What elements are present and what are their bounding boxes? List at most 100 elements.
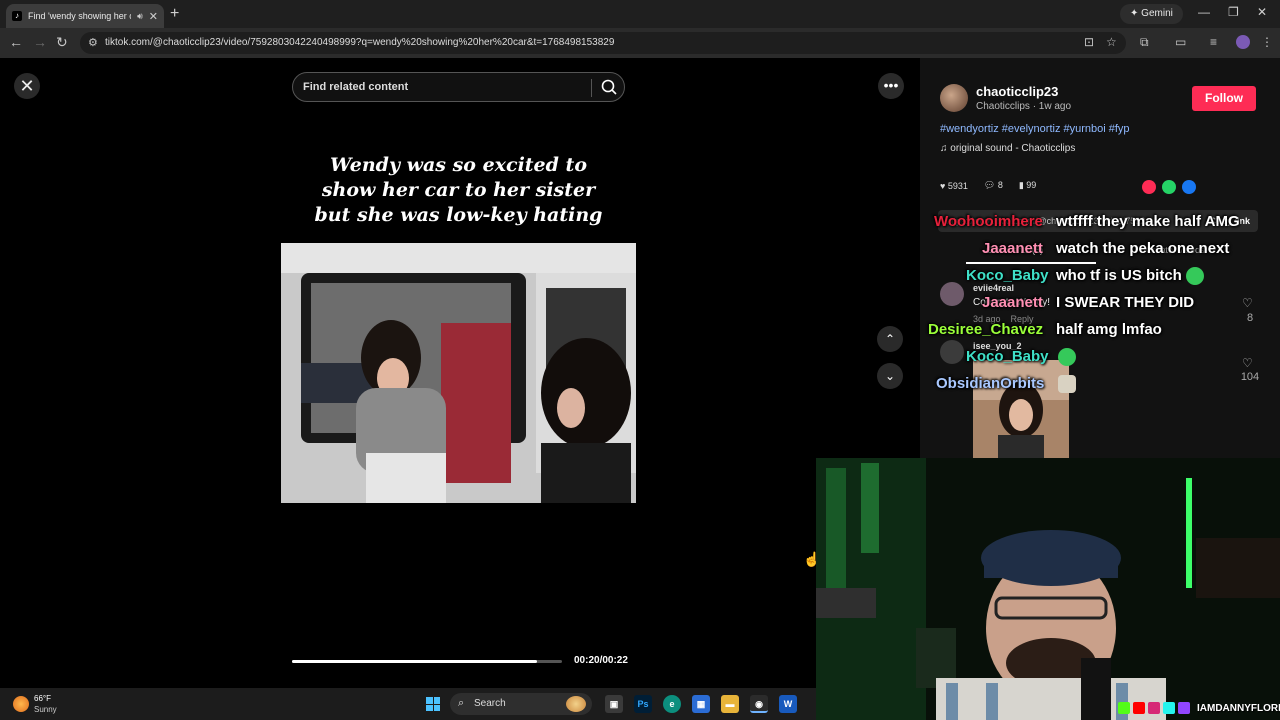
video-timer: 00:20/00:22 [574, 655, 628, 666]
screen: ♪ Find 'wendy showing her ca 🔊︎ ✕ + ✦ Ge… [0, 0, 1280, 720]
save-stat[interactable]: ▮ 99 [1019, 180, 1036, 191]
chat-text: half amg lmfao [1056, 321, 1162, 338]
save-count: 99 [1026, 180, 1037, 190]
search-placeholder: Find related content [303, 81, 409, 93]
follow-button[interactable]: Follow [1192, 86, 1256, 111]
store-icon[interactable]: ▦ [692, 695, 710, 713]
tab-title: Find 'wendy showing her ca [28, 11, 132, 21]
music-note-icon: ♫ [940, 143, 951, 154]
related-search-input[interactable]: Find related content [292, 72, 625, 102]
like-count: 5931 [947, 180, 968, 191]
photoshop-icon[interactable]: Ps [634, 695, 652, 713]
share-whatsapp-icon[interactable] [1162, 180, 1176, 194]
chat-text: I SWEAR THEY DID [1056, 294, 1195, 311]
video-progress-fill [292, 660, 538, 663]
chat-username: Woohooimhere [934, 213, 1043, 230]
url-text: tiktok.com/@chaoticclip23/video/75928030… [105, 37, 615, 48]
close-window-icon[interactable]: ✕ [1257, 5, 1267, 19]
close-video-button[interactable]: ✕ [14, 73, 40, 99]
video-progress-bar[interactable] [292, 660, 562, 663]
search-icon[interactable] [599, 77, 619, 97]
like-stat[interactable]: ♥ 5931 [940, 181, 968, 191]
video-player[interactable]: Find related content Wendy was so excite… [281, 58, 636, 688]
more-options-button[interactable]: ••• [878, 73, 904, 99]
file-explorer-icon[interactable]: ▬ [721, 695, 739, 713]
chevron-down-icon: ⌄ [884, 369, 896, 383]
bookmark-star-icon[interactable]: ☆ [1106, 35, 1117, 49]
search-divider [591, 79, 592, 97]
sound-link[interactable]: ♫ original sound - Chaoticclips [940, 143, 1075, 154]
split-view-icon[interactable]: ▭ [1175, 35, 1186, 49]
comment-stat[interactable]: 💬︎ 8 [984, 180, 1003, 191]
chrome-icon[interactable]: ◉ [750, 695, 768, 713]
search-icon: ⌕ [458, 697, 465, 709]
chat-text: wtffff they make half AMG [1056, 213, 1240, 230]
reload-icon[interactable]: ↻ [56, 34, 68, 51]
browser-toolbar: ← → ↻ ⚙︎ tiktok.com/@chaoticclip23/video… [0, 28, 1280, 58]
new-tab-icon[interactable]: + [170, 5, 179, 23]
close-icon: ✕ [19, 76, 35, 96]
media-icon[interactable]: ≡ [1210, 35, 1217, 49]
chat-username: Jaaanett [982, 294, 1043, 311]
profile-avatar[interactable] [1236, 35, 1250, 49]
menu-dots-icon[interactable]: ⋮ [1261, 35, 1273, 49]
engagement-stats: ♥ 5931 💬︎ 8 ▮ 99 [940, 180, 1036, 191]
restore-icon[interactable]: ❐ [1228, 5, 1239, 19]
video-scene-image [281, 243, 636, 503]
word-icon[interactable]: W [779, 695, 797, 713]
chat-username: Koco_Baby [966, 348, 1049, 365]
more-dots-icon: ••• [883, 77, 899, 93]
streamer-handle: IAMDANNYFLORES [1197, 702, 1280, 714]
stream-chat-overlay: Woohooimhere wtffff they make half AMG J… [924, 213, 1280, 403]
cat-emote-icon [1058, 375, 1076, 394]
address-bar[interactable]: ⚙︎ tiktok.com/@chaoticclip23/video/75928… [80, 32, 1126, 54]
chat-username: Jaaanett [982, 240, 1043, 257]
chat-text [1058, 375, 1076, 394]
task-view-icon[interactable]: ▣ [605, 695, 623, 713]
instagram-icon [1148, 702, 1160, 714]
forward-icon[interactable]: → [33, 34, 47, 50]
chat-text-body: who tf is US bitch [1056, 267, 1182, 284]
share-embed-icon[interactable] [1142, 180, 1156, 194]
back-icon[interactable]: ← [9, 34, 23, 50]
site-info-icon[interactable]: ⚙︎ [88, 36, 98, 49]
weather-condition[interactable]: Sunny [34, 705, 57, 714]
chevron-up-icon: ⌃ [884, 332, 896, 346]
next-video-button[interactable]: ⌄ [877, 363, 903, 389]
minimize-icon[interactable]: — [1198, 5, 1210, 19]
author-avatar[interactable] [940, 84, 968, 112]
gemini-label: Gemini [1141, 8, 1173, 19]
chat-text: who tf is US bitch [1056, 267, 1205, 286]
tiktok-social-icon [1163, 702, 1175, 714]
weather-sun-icon[interactable] [13, 696, 29, 712]
video-frame [281, 243, 636, 503]
edge-icon[interactable]: e [663, 695, 681, 713]
tiktok-icon: ♪ [12, 11, 22, 21]
previous-video-button[interactable]: ⌃ [877, 326, 903, 352]
close-tab-icon[interactable]: ✕ [149, 10, 158, 23]
video-hashtags[interactable]: #wendyortiz #evelynortiz #yurnboi #fyp [940, 123, 1130, 135]
chat-username: Koco_Baby [966, 267, 1049, 284]
search-highlight-icon [566, 696, 586, 712]
streamer-webcam [816, 458, 1280, 720]
streamer-socials: IAMDANNYFLORES [1118, 702, 1280, 714]
webcam-feed [816, 458, 1280, 720]
browser-tab[interactable]: ♪ Find 'wendy showing her ca 🔊︎ ✕ [6, 4, 164, 28]
install-app-icon[interactable]: ⊡ [1084, 35, 1094, 49]
weather-temperature[interactable]: 66°F [34, 694, 51, 703]
chat-username: Desiree_Chavez [928, 321, 1044, 338]
chat-text: watch the peka one next [1056, 240, 1230, 257]
green-emote-icon [1186, 267, 1205, 286]
video-caption: Wendy was so excited to show her car to … [314, 154, 603, 226]
chat-text [1058, 348, 1076, 367]
taskbar-search[interactable]: ⌕ Search [450, 693, 592, 715]
speaker-icon[interactable]: 🔊︎ [137, 11, 143, 22]
gemini-button[interactable]: ✦ Gemini [1120, 4, 1183, 24]
share-facebook-icon[interactable] [1182, 180, 1196, 194]
heart-icon: ♥ [940, 180, 948, 191]
youtube-icon [1133, 702, 1145, 714]
extensions-icon[interactable]: ⧉ [1140, 35, 1149, 50]
windows-start-icon[interactable] [426, 697, 440, 711]
author-username[interactable]: chaoticclip23 [976, 84, 1058, 99]
twitch-icon [1178, 702, 1190, 714]
